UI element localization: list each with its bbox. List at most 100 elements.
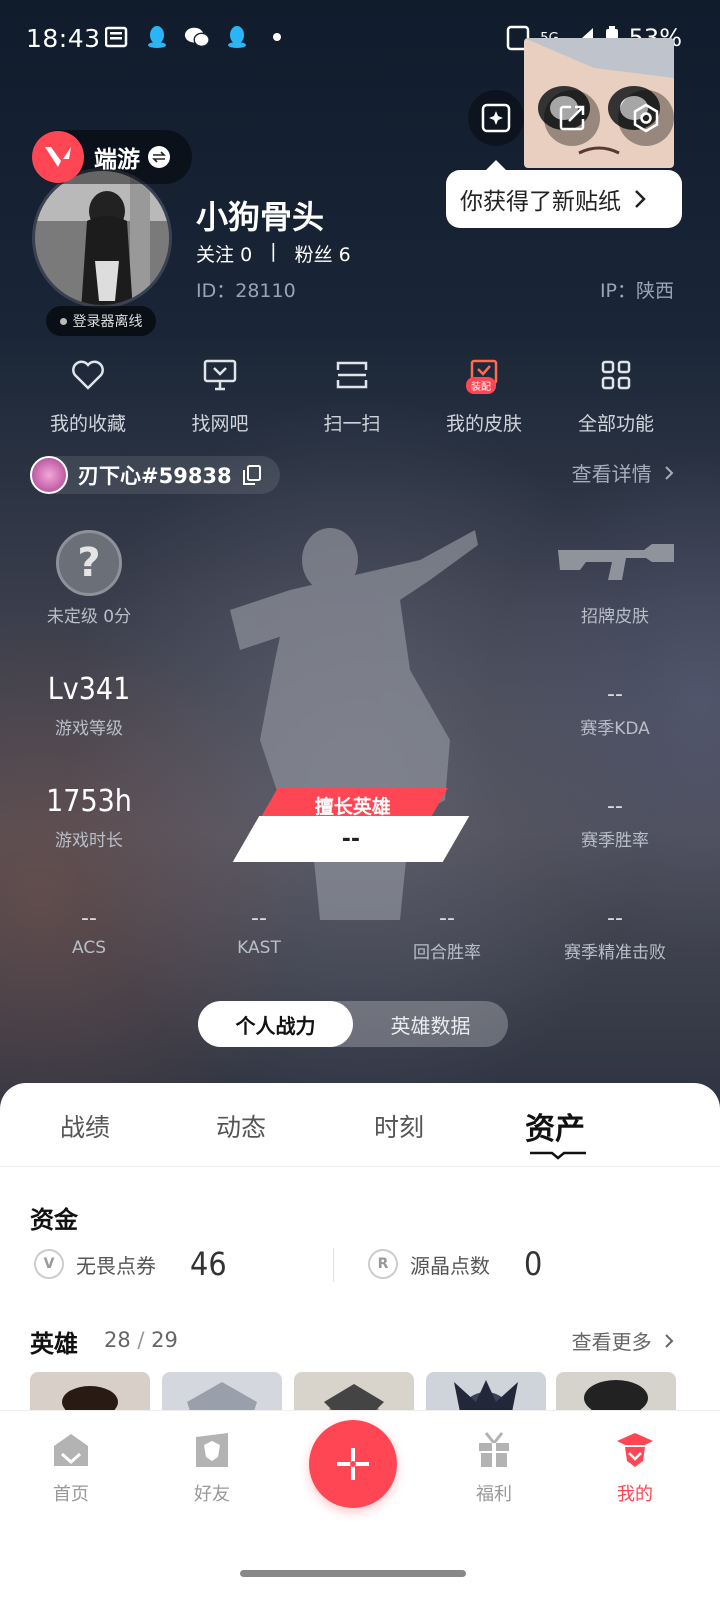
quick-action-label: 找网吧 <box>191 413 249 435</box>
share-button[interactable] <box>544 90 600 146</box>
rank-badge[interactable]: ? <box>56 530 122 596</box>
new-sticker-tooltip[interactable]: 你获得了新贴纸 <box>446 160 682 228</box>
nav-profile[interactable]: 我的 <box>590 1430 680 1506</box>
settings-button[interactable] <box>618 90 674 146</box>
kda-label: 赛季KDA <box>580 719 650 739</box>
tab-record[interactable]: 战绩 <box>60 1108 110 1144</box>
fans-label: 粉丝 <box>294 244 333 266</box>
fund-divider <box>333 1248 334 1282</box>
weapon-skin-icon[interactable] <box>556 540 676 588</box>
tab-moments[interactable]: 时刻 <box>374 1108 424 1144</box>
kast-label: KAST <box>237 938 281 958</box>
friends-icon <box>192 1430 232 1470</box>
best-hero-box[interactable]: -- <box>232 816 470 862</box>
quick-action-label: 我的收藏 <box>49 413 126 435</box>
heroes-owned: 28 <box>104 1328 131 1352</box>
fans-count: 6 <box>338 244 351 266</box>
view-details-label: 查看详情 <box>571 462 652 486</box>
settings-icon <box>633 103 659 133</box>
playtime-value: 1753h <box>46 784 132 819</box>
radianite-icon: R <box>368 1249 398 1279</box>
follow-stat[interactable]: 关注 0 <box>196 240 252 267</box>
view-more-link[interactable]: 查看更多 <box>572 1326 674 1355</box>
vp-icon: V <box>34 1249 64 1279</box>
offline-label: 登录器离线 <box>72 314 143 330</box>
quick-action-skins[interactable]: 装配 我的皮肤 <box>424 355 544 436</box>
skin-icon: 装配 <box>464 355 504 395</box>
ip-location: IP：陕西 <box>599 280 674 302</box>
tab-feed[interactable]: 动态 <box>216 1108 266 1144</box>
round-winrate-label: 回合胜率 <box>413 943 481 963</box>
fund-label: 无畏点券 <box>76 1253 156 1278</box>
level-label: 游戏等级 <box>55 719 123 739</box>
status-time: 18:43 <box>26 24 101 53</box>
copy-icon[interactable] <box>242 464 262 486</box>
acs-label: ACS <box>72 938 106 958</box>
view-details-link[interactable]: 查看详情 <box>572 458 674 487</box>
heart-icon <box>68 355 108 395</box>
share-icon <box>559 105 585 131</box>
best-hero-tag-label: 擅长英雄 <box>314 795 391 818</box>
swap-icon <box>148 146 170 168</box>
avatar[interactable] <box>32 168 172 308</box>
toggle-hero-data[interactable]: 英雄数据 <box>353 1001 508 1047</box>
fund-value: 0 <box>524 1245 543 1283</box>
nav-friends[interactable]: 好友 <box>167 1430 257 1506</box>
profile-icon <box>615 1430 655 1470</box>
winrate-label: 赛季胜率 <box>581 831 649 851</box>
quick-action-netcafe[interactable]: 找网吧 <box>160 355 280 436</box>
nav-welfare[interactable]: 福利 <box>449 1430 539 1506</box>
nav-label: 首页 <box>53 1484 89 1505</box>
quick-action-label: 全部功能 <box>577 413 654 435</box>
plus-icon <box>337 1448 369 1480</box>
scan-icon <box>332 355 372 395</box>
level-value: Lv341 <box>47 672 131 707</box>
offline-dot-icon <box>59 317 67 325</box>
quick-action-favorites[interactable]: 我的收藏 <box>28 355 148 436</box>
sticker-button[interactable] <box>468 90 524 146</box>
heroes-title: 英雄 <box>30 1330 78 1358</box>
kast-value: -- <box>251 906 267 931</box>
riot-id: 刃下心#59838 <box>78 464 232 488</box>
toggle-personal-power[interactable]: 个人战力 <box>198 1001 353 1047</box>
tab-assets[interactable]: 资产 <box>525 1104 585 1148</box>
best-hero-value: -- <box>341 826 361 852</box>
user-id: ID：28110 <box>196 280 296 302</box>
riot-avatar <box>30 456 68 494</box>
funds-title: 资金 <box>30 1206 78 1234</box>
follow-count: 0 <box>240 244 253 266</box>
heroes-count: 28 / 29 <box>104 1328 178 1352</box>
follow-stats: 关注 0 | 粉丝 6 <box>196 240 351 267</box>
skin-badge: 装配 <box>466 377 496 394</box>
fund-item-radianite: R 源晶点数 0 <box>368 1245 542 1283</box>
nav-home[interactable]: 首页 <box>26 1430 116 1506</box>
valorant-logo-icon <box>32 131 84 183</box>
nav-label: 福利 <box>476 1484 512 1505</box>
chevron-right-icon <box>665 1334 674 1348</box>
precision-kills-value: -- <box>607 906 623 931</box>
create-post-button[interactable] <box>309 1420 397 1508</box>
wechat-icon <box>184 24 210 50</box>
fans-stat[interactable]: 粉丝 6 <box>295 240 351 267</box>
riot-id-chip[interactable]: 刃下心#59838 <box>30 456 280 494</box>
round-winrate-value: -- <box>439 906 455 931</box>
username: 小狗骨头 <box>196 198 325 236</box>
qq-icon-2 <box>224 24 250 50</box>
fund-label: 源晶点数 <box>410 1253 490 1278</box>
rank-label: 未定级 0分 <box>46 607 132 627</box>
sticker-icon <box>481 103 511 133</box>
quick-action-all[interactable]: 全部功能 <box>556 355 676 436</box>
tooltip-text: 你获得了新贴纸 <box>460 189 621 215</box>
fund-item-vp: V 无畏点券 46 <box>34 1245 227 1283</box>
view-more-label: 查看更多 <box>571 1330 652 1354</box>
dot-icon <box>264 24 290 50</box>
news-icon <box>104 24 130 50</box>
quick-action-scan[interactable]: 扫一扫 <box>292 355 412 436</box>
monitor-icon <box>200 355 240 395</box>
chevron-right-icon <box>665 466 674 480</box>
home-icon <box>51 1430 91 1470</box>
acs-value: -- <box>81 906 97 931</box>
game-switch-chip[interactable]: 端游 <box>32 130 192 184</box>
home-indicator[interactable] <box>240 1570 466 1577</box>
gift-icon <box>474 1430 514 1470</box>
